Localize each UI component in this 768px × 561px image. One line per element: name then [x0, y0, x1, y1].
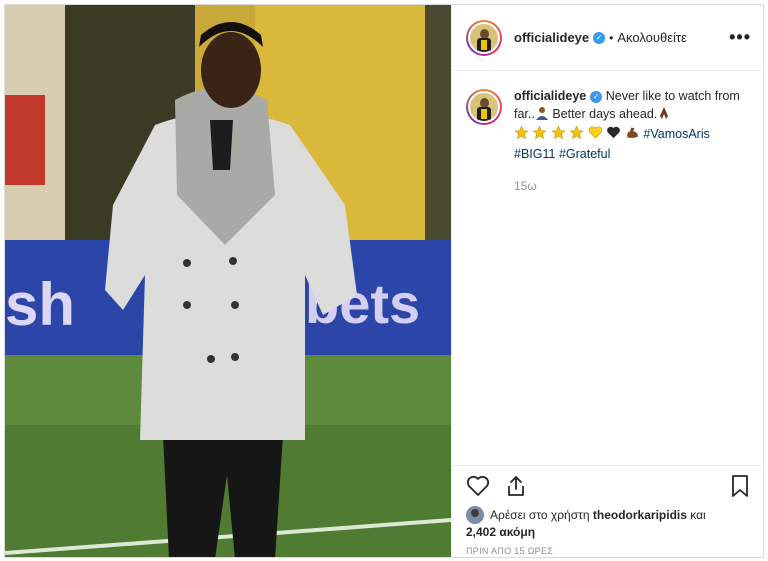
likes-summary: Αρέσει στο χρήστη theodorkaripidis και 2… [466, 506, 756, 541]
post-photo[interactable]: sh bets [5, 5, 451, 557]
separator-dot: • [609, 30, 614, 45]
hashtag-vamosaris-link[interactable]: #VamosAris [643, 127, 709, 141]
black-heart-emoji-icon [606, 125, 621, 145]
post-timestamp[interactable]: ΠΡΙΝ ΑΠΟ 15 ΩΡΕΣ [466, 546, 553, 556]
praying-hands-emoji-icon [657, 106, 671, 125]
flexed-biceps-emoji-icon [625, 125, 640, 145]
author-username[interactable]: officialideye [514, 30, 589, 45]
star-emoji-icon [514, 125, 529, 145]
share-icon[interactable] [502, 472, 530, 500]
hashtag-grateful-link[interactable]: #Grateful [559, 147, 610, 161]
verified-badge-icon: ✓ [590, 91, 603, 103]
star-emoji-icon [551, 125, 566, 145]
caption-author-avatar[interactable] [466, 89, 502, 125]
caption-username[interactable]: officialideye [514, 89, 586, 103]
bookmark-icon[interactable] [726, 472, 754, 500]
follow-status-button[interactable]: Ακολουθείτε [617, 30, 686, 45]
like-heart-icon[interactable] [464, 472, 492, 500]
star-emoji-icon [532, 125, 548, 145]
author-avatar[interactable] [466, 19, 502, 56]
liker-username[interactable]: theodorkaripidis [593, 508, 687, 522]
liker-avatar[interactable] [466, 506, 484, 524]
likes-prefix: Αρέσει στο χρήστη [490, 508, 590, 522]
person-emoji-icon [535, 106, 549, 125]
caption-text-2: Better days ahead. [548, 107, 658, 121]
svg-text:sh: sh [5, 271, 75, 338]
caption-time-ago[interactable]: 15ω [514, 177, 749, 195]
instagram-post: sh bets officialideye ✓ • Ακολουθείτε ••… [4, 4, 764, 558]
caption-block: officialideye ✓ Never like to watch from … [452, 71, 763, 195]
hashtag-big11-link[interactable]: #BIG11 [514, 147, 555, 161]
caption-text: officialideye ✓ Never like to watch from … [514, 87, 749, 195]
post-actions-bar [452, 465, 763, 505]
verified-badge-icon: ✓ [593, 31, 606, 44]
likes-joiner: και [690, 508, 706, 522]
yellow-heart-emoji-icon [588, 125, 603, 145]
likes-count[interactable]: 2,402 ακόμη [466, 525, 535, 539]
post-header: officialideye ✓ • Ακολουθείτε ••• [452, 5, 763, 71]
star-emoji-icon [569, 125, 585, 145]
more-options-icon[interactable]: ••• [729, 27, 751, 48]
post-side-panel: officialideye ✓ • Ακολουθείτε ••• offici… [451, 5, 763, 557]
